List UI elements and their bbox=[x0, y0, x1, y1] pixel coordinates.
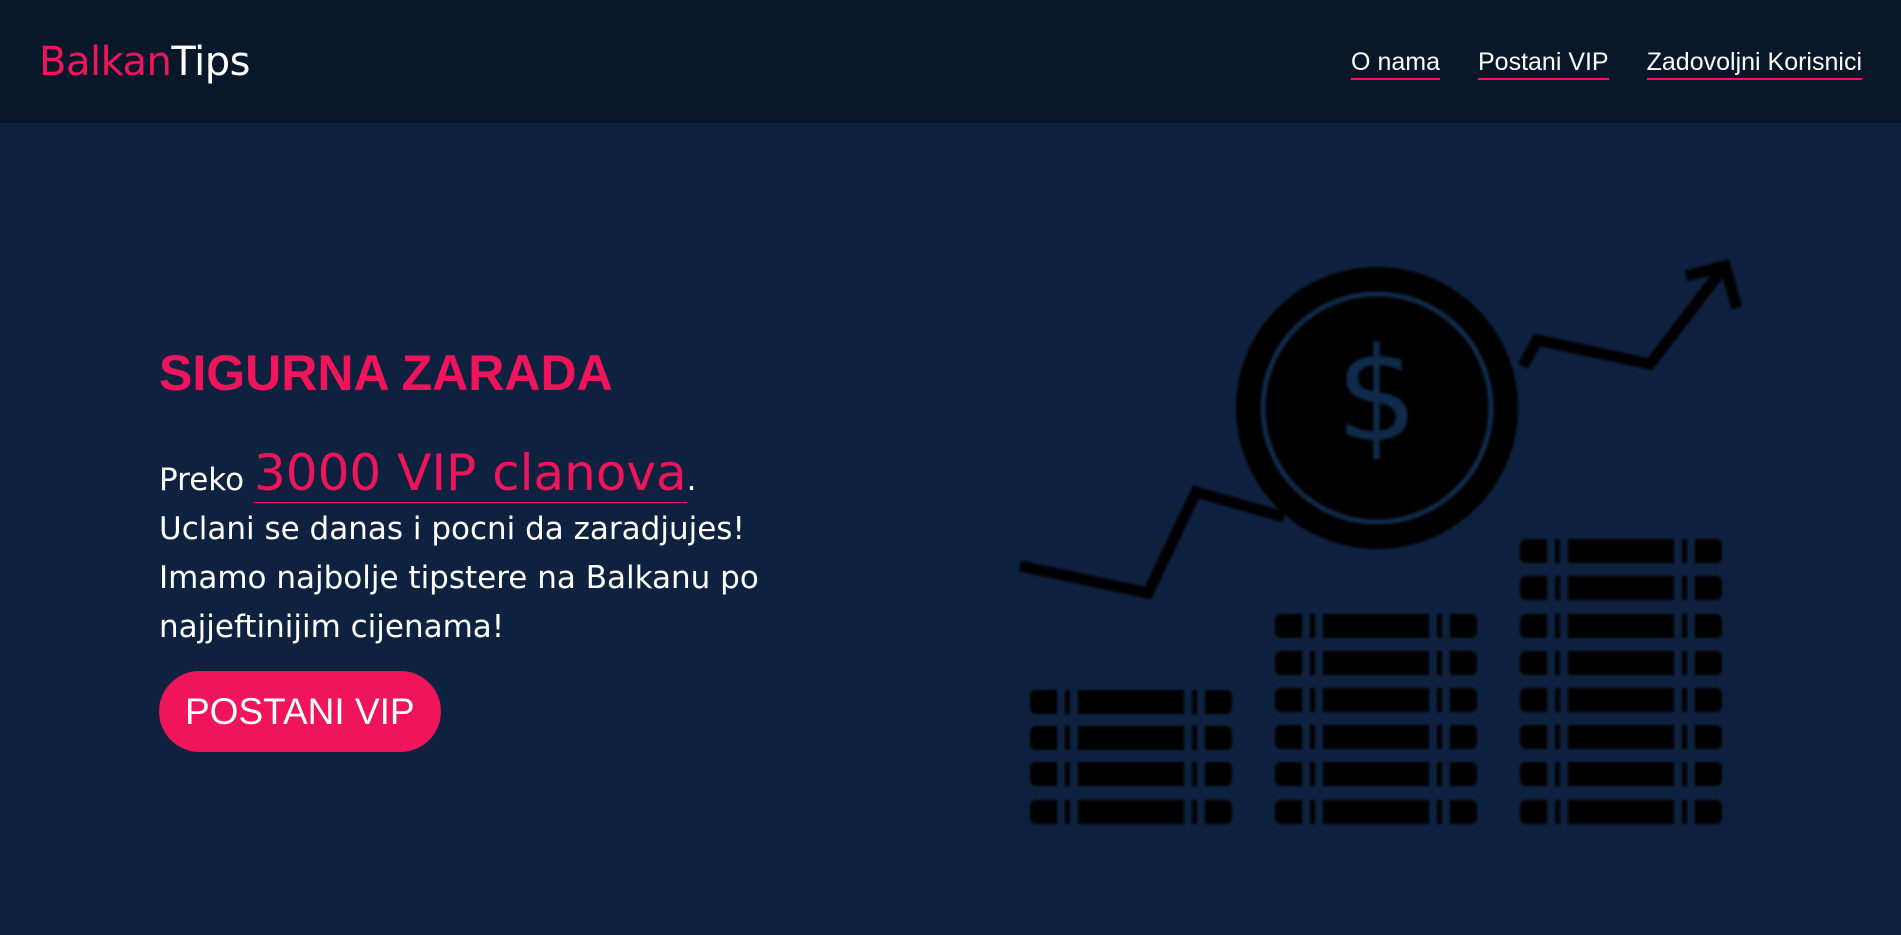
hero-preko: Preko bbox=[159, 462, 245, 498]
logo-balkan: Balkan bbox=[39, 39, 172, 85]
logo[interactable]: BalkanTips bbox=[39, 38, 250, 86]
coin-stack-right bbox=[1520, 539, 1722, 824]
hero-description: Preko 3000 VIP clanova. Uclani se danas … bbox=[159, 444, 919, 652]
top-navbar: BalkanTips O nama Postani VIP Zadovoljni… bbox=[0, 0, 1901, 123]
hero-title: SIGURNA ZARADA bbox=[159, 345, 613, 401]
postani-vip-button[interactable]: POSTANI VIP bbox=[159, 671, 441, 752]
money-growth-icon: $ bbox=[1018, 259, 1743, 824]
nav-link-zadovoljni-korisnici[interactable]: Zadovoljni Korisnici bbox=[1646, 47, 1862, 80]
nav-link-o-nama[interactable]: O nama bbox=[1351, 47, 1440, 80]
coin-stack-middle bbox=[1275, 614, 1477, 824]
hero-period: . bbox=[686, 462, 697, 498]
hero-line-join: Uclani se danas i pocni da zaradjujes! bbox=[159, 511, 745, 547]
coin-stack-left bbox=[1030, 690, 1232, 824]
nav-link-postani-vip[interactable]: Postani VIP bbox=[1477, 47, 1609, 80]
hero-line-tipsters: Imamo najbolje tipstere na Balkanu po na… bbox=[159, 560, 759, 645]
vip-member-count: 3000 VIP clanova bbox=[253, 444, 687, 503]
svg-text:$: $ bbox=[1336, 319, 1419, 471]
hero-section: SIGURNA ZARADA Preko 3000 VIP clanova. U… bbox=[159, 345, 919, 752]
main-nav: O nama Postani VIP Zadovoljni Korisnici bbox=[1351, 47, 1862, 80]
logo-tips: Tips bbox=[171, 39, 250, 85]
